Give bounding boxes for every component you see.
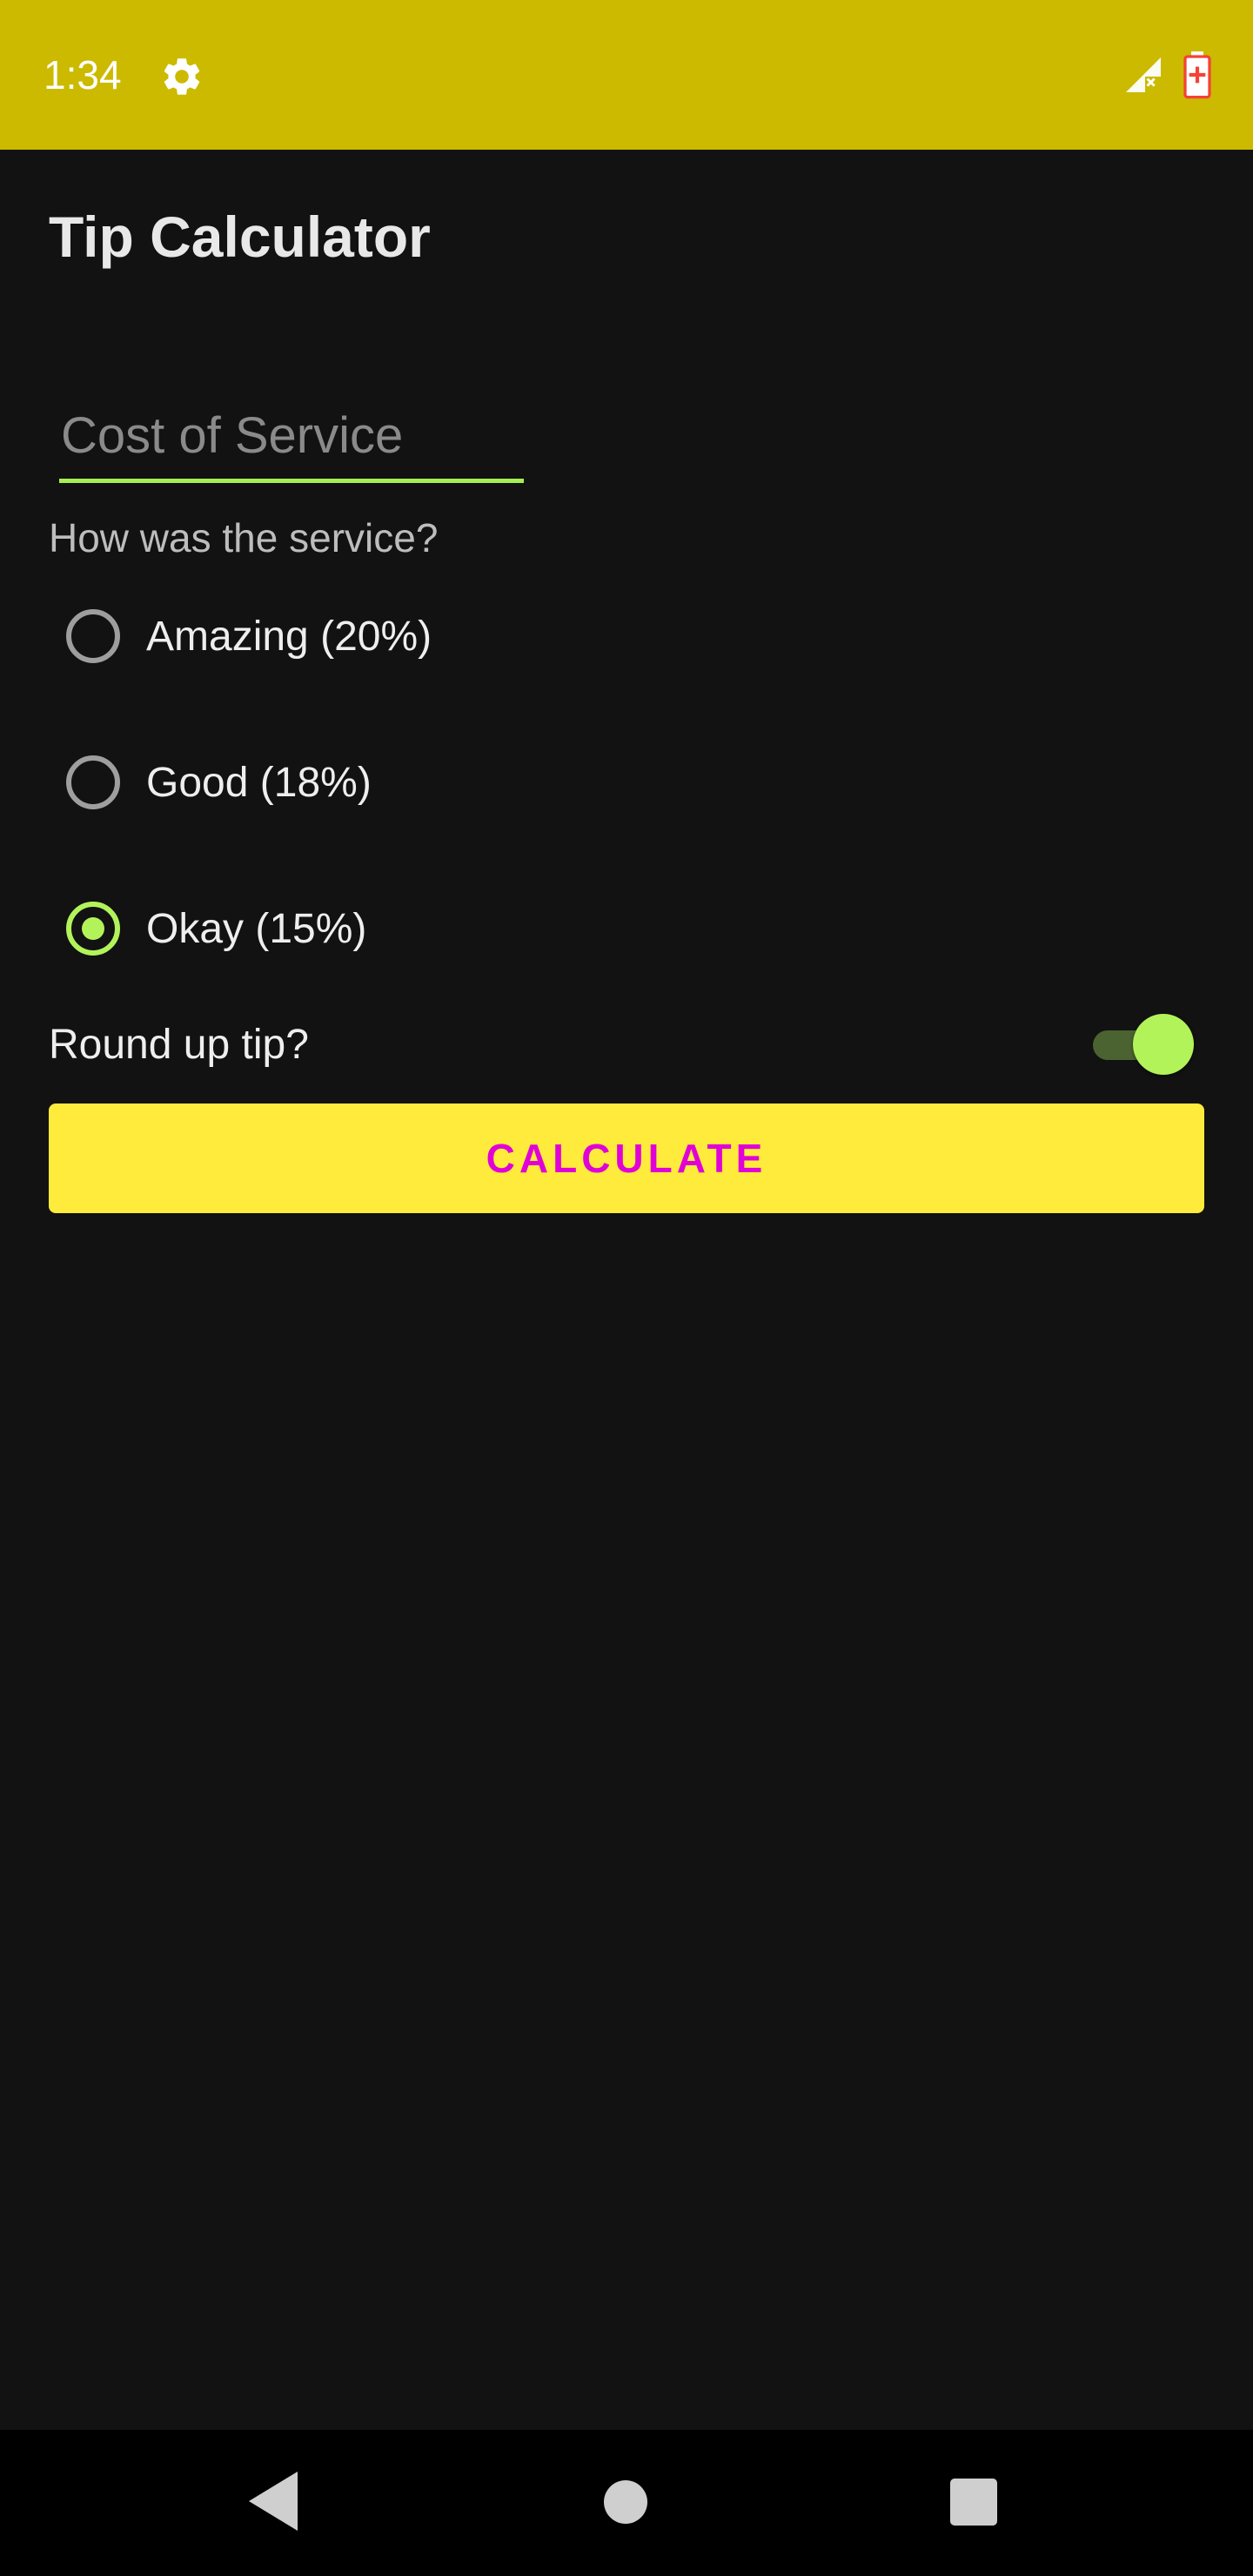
radio-button-unchecked-icon[interactable]: [66, 609, 120, 663]
radio-option-okay[interactable]: Okay (15%): [49, 884, 658, 980]
radio-label-good: Good (18%): [146, 760, 372, 806]
back-icon[interactable]: [247, 2470, 299, 2532]
radio-button-unchecked-icon[interactable]: [66, 755, 120, 809]
radio-label-amazing: Amazing (20%): [146, 614, 432, 660]
recents-icon[interactable]: [950, 2479, 997, 2526]
gear-icon: [164, 58, 200, 95]
signal-icon: [1126, 57, 1161, 92]
radio-option-good[interactable]: Good (18%): [49, 738, 658, 834]
status-time: 1:34: [44, 52, 122, 97]
tip-calculator-screen: 1:34 Tip Calculator How was the service?…: [0, 0, 1253, 2576]
radio-selected-dot: [82, 917, 104, 940]
page-title: Tip Calculator: [49, 205, 431, 269]
radio-option-amazing[interactable]: Amazing (20%): [49, 592, 658, 688]
battery-icon: [1183, 51, 1211, 99]
navigation-bar: [0, 2430, 1253, 2576]
round-up-switch[interactable]: [1093, 1013, 1194, 1076]
home-icon[interactable]: [604, 2480, 647, 2524]
calculate-button[interactable]: CALCULATE: [49, 1104, 1204, 1213]
status-bar: 1:34: [0, 0, 1253, 150]
cost-of-service-input[interactable]: [61, 400, 524, 470]
switch-thumb: [1133, 1014, 1194, 1075]
radio-button-checked-icon[interactable]: [66, 902, 120, 956]
service-question-label: How was the service?: [49, 515, 439, 560]
input-underline: [59, 479, 524, 483]
round-up-label: Round up tip?: [49, 1022, 309, 1068]
radio-label-okay: Okay (15%): [146, 906, 367, 952]
